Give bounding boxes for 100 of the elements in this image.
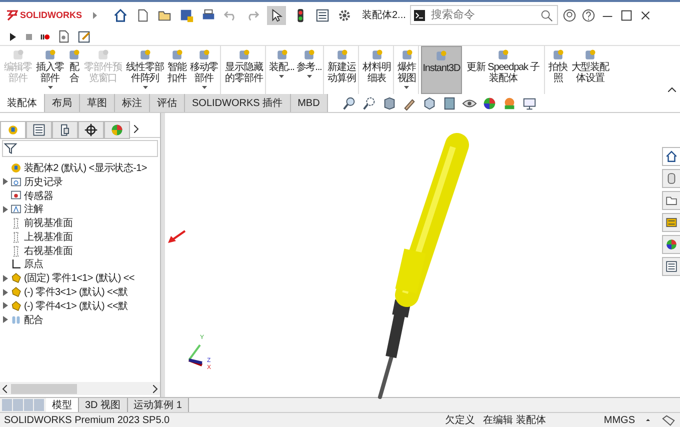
tree-item[interactable]: (-) 零件4<1> (默认) <<默 (0, 298, 160, 313)
document-title: 装配体2... (362, 8, 406, 22)
tree-item[interactable]: (-) 零件3<1> (默认) <<默 (0, 285, 160, 299)
filter-icon[interactable] (3, 141, 18, 156)
monitor-icon[interactable] (522, 96, 537, 110)
part-icon (274, 48, 289, 62)
appearance-icon[interactable] (104, 121, 130, 139)
part-icon (551, 48, 566, 62)
color-ball-icon[interactable] (482, 96, 497, 110)
units-selector[interactable]: MMGS (604, 414, 635, 426)
print-icon[interactable] (201, 8, 216, 22)
scrollbar-thumb[interactable] (11, 384, 77, 394)
model-tab[interactable]: 3D 视图 (79, 398, 128, 412)
ribbon-button[interactable]: 插入零部件 (34, 46, 66, 94)
command-tab[interactable]: MBD (290, 94, 328, 112)
ribbon-button[interactable]: 线性零部件阵列 (124, 46, 166, 94)
tree-item[interactable]: 配合 (0, 312, 160, 327)
command-tab[interactable]: 评估 (150, 94, 185, 112)
view-palette-icon[interactable] (662, 213, 680, 232)
help-icon[interactable] (580, 8, 596, 22)
record-icon[interactable] (40, 32, 50, 42)
caret-icon[interactable] (306, 75, 312, 78)
select-pointer-icon[interactable] (267, 6, 286, 24)
ribbon-button[interactable]: 拍快照 (547, 46, 570, 94)
expand-arrow-icon[interactable] (2, 274, 8, 282)
zoom-area-icon[interactable] (362, 96, 377, 110)
part-icon (67, 48, 81, 62)
user-icon[interactable] (562, 8, 577, 22)
command-tab[interactable]: 布局 (45, 94, 80, 112)
solidworks-logo: SOLIDWORKS (6, 9, 85, 21)
search-input[interactable]: 搜索命令 (428, 8, 535, 22)
collapse-caret-icon[interactable] (668, 87, 676, 92)
ribbon-button[interactable]: 配合 (66, 46, 82, 94)
assembly-icon[interactable] (0, 121, 26, 139)
tree-item[interactable]: 前视基准面 (0, 216, 160, 230)
settings-icon[interactable] (337, 8, 352, 22)
home-icon[interactable] (662, 147, 680, 166)
ribbon-button[interactable]: 装配... (268, 46, 296, 94)
search-icon[interactable] (538, 8, 554, 22)
expand-arrow-icon[interactable] (93, 12, 97, 18)
caret-icon[interactable] (202, 86, 206, 89)
tree-item[interactable]: 装配体2 (默认) <显示状态-1> (0, 161, 160, 175)
scroll-right-icon[interactable] (153, 384, 158, 392)
history-folder-icon (10, 176, 22, 188)
maximize-icon[interactable] (618, 8, 634, 22)
expand-arrow-icon[interactable] (2, 178, 8, 186)
tree-item[interactable]: 原点 (0, 258, 160, 272)
part-icon (334, 48, 349, 62)
filter-field[interactable] (2, 140, 158, 157)
folder-icon[interactable] (662, 191, 680, 210)
model-tab[interactable]: 模型 (46, 398, 79, 412)
edit-mode-status: 在编辑 装配体 (483, 414, 546, 427)
expand-arrow-icon[interactable] (2, 316, 8, 324)
product-version-text: SOLIDWORKS Premium 2023 SP5.0 (4, 414, 170, 426)
part-icon (170, 48, 184, 62)
home-icon[interactable] (113, 8, 128, 22)
assembly-icon (10, 162, 22, 174)
part-icon (10, 272, 22, 284)
stop-icon[interactable] (24, 32, 34, 42)
expand-arrow-icon[interactable] (2, 206, 8, 213)
custom-properties-icon[interactable] (662, 257, 680, 276)
tree-item[interactable]: 右视基准面 (0, 244, 160, 258)
list-icon[interactable] (315, 8, 330, 22)
edit-macro-icon[interactable] (77, 29, 92, 44)
command-tab[interactable]: 草图 (80, 94, 115, 112)
caret-icon[interactable] (404, 86, 410, 89)
command-tab[interactable]: 标注 (115, 94, 150, 112)
sensor-folder-icon (10, 189, 22, 202)
library-icon[interactable] (662, 169, 680, 188)
configuration-icon[interactable] (52, 121, 78, 139)
caret-icon[interactable] (279, 75, 284, 78)
search-bar[interactable]: 搜索命令 (410, 5, 558, 25)
tree-item[interactable]: (固定) 零件1<1> (默认) << (0, 271, 160, 286)
play-icon[interactable] (8, 32, 18, 42)
property-list-icon[interactable] (26, 121, 52, 139)
caret-icon[interactable] (142, 86, 148, 89)
tree-item[interactable]: 上视基准面 (0, 230, 160, 244)
caret-icon[interactable] (48, 86, 52, 89)
scroll-left-icon[interactable] (2, 384, 7, 392)
annotation-arrow (167, 229, 187, 245)
ribbon-button[interactable]: 智能扣件 (166, 46, 188, 94)
part-icon (138, 48, 152, 62)
tree-item[interactable]: 传感器 (0, 188, 160, 202)
crosshair-icon[interactable] (78, 121, 104, 139)
part-icon (197, 48, 211, 62)
ribbon-button[interactable]: Instant3D (420, 46, 462, 94)
part-icon (43, 48, 57, 62)
model-tab[interactable]: 运动算例 1 (128, 398, 189, 412)
box-icon[interactable] (442, 96, 457, 110)
part-icon (434, 49, 448, 63)
tree-item[interactable]: 历史记录 (0, 174, 160, 189)
tree-item[interactable]: 注解 (0, 202, 160, 216)
expand-arrow-icon[interactable] (2, 302, 8, 310)
expand-arrow-icon[interactable] (2, 288, 8, 296)
zoom-to-fit-icon[interactable] (342, 96, 357, 110)
command-tab[interactable]: SOLIDWORKS 插件 (185, 94, 291, 112)
appearance-icon[interactable] (662, 235, 680, 254)
panel-splitter-handle[interactable] (160, 113, 165, 397)
ribbon-button[interactable]: 大型装配体设置 (569, 46, 612, 94)
save-icon[interactable] (179, 8, 194, 22)
